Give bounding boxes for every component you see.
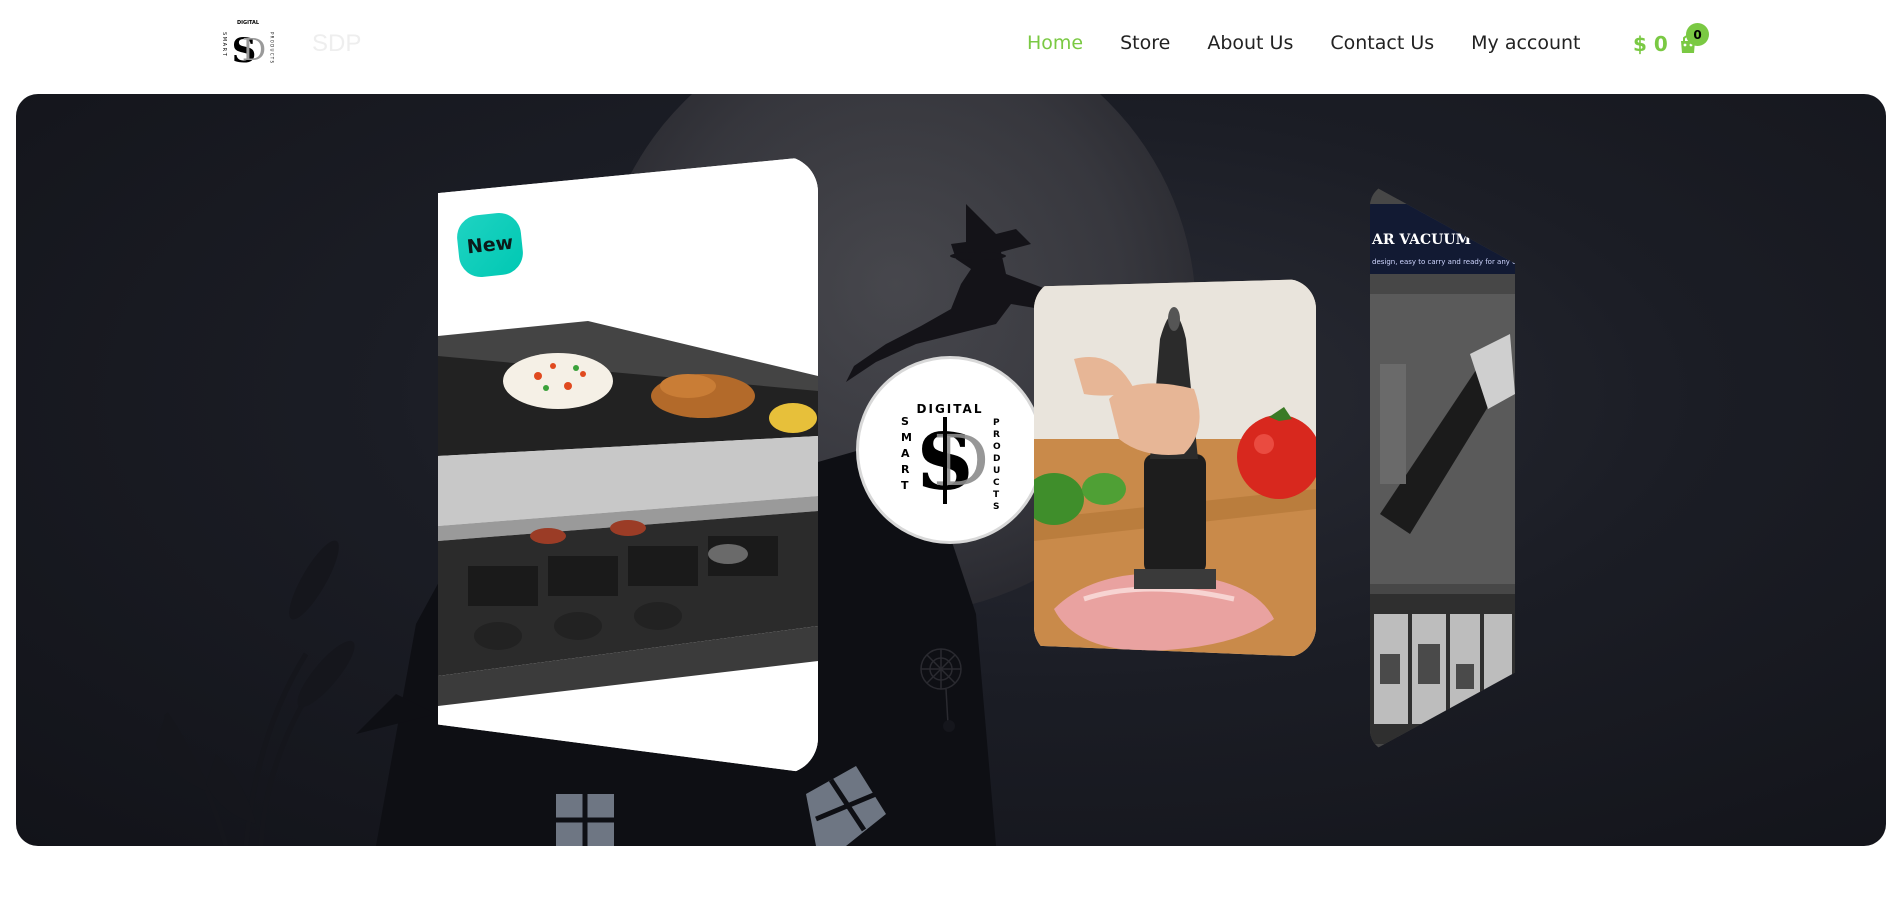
svg-text:T: T <box>993 490 1000 500</box>
svg-text:O: O <box>993 442 1001 452</box>
sdp-logo-icon: DIGITAL S D S M A R T P R O D U C T S <box>901 402 1001 512</box>
svg-text:D: D <box>242 33 266 68</box>
nav-store[interactable]: Store <box>1120 32 1170 54</box>
cart-count-badge: 0 <box>1686 23 1709 46</box>
brand-circle-logo[interactable]: DIGITAL S D S M A R T P R O D U C T S <box>856 356 1044 544</box>
svg-text:A: A <box>901 447 910 460</box>
svg-text:R: R <box>901 463 910 476</box>
svg-text:P R O D U C T S: P R O D U C T S <box>270 32 275 63</box>
product-card-raclette-grill[interactable]: New <box>438 156 818 774</box>
car-vacuum-image: AR VACUUM CLEANER design, easy to carry … <box>1370 184 1515 752</box>
product-card-car-vacuum[interactable]: AR VACUUM CLEANER design, easy to carry … <box>1370 184 1515 752</box>
brand-name[interactable]: SDP <box>312 30 361 58</box>
product-card-meat-tenderizer[interactable] <box>1034 279 1316 657</box>
svg-text:C: C <box>993 478 1000 488</box>
meat-tenderizer-image <box>1034 279 1316 657</box>
nav-contact-us[interactable]: Contact Us <box>1330 32 1434 54</box>
site-header: DIGITAL S D S M A R T P R O D U C T S SD… <box>0 0 1899 90</box>
svg-text:U: U <box>993 466 1000 476</box>
svg-text:S: S <box>993 502 999 512</box>
main-nav: Home Store About Us Contact Us My accoun… <box>1027 32 1618 54</box>
svg-text:S M A R T: S M A R T <box>221 32 227 57</box>
nav-home[interactable]: Home <box>1027 32 1083 54</box>
nav-about-us[interactable]: About Us <box>1207 32 1293 54</box>
svg-text:S: S <box>901 415 909 428</box>
hero-slider[interactable]: New DIGITAL S D S M A R T P R O D U C T … <box>16 94 1886 846</box>
svg-text:R: R <box>993 430 1000 440</box>
new-badge: New <box>454 210 526 280</box>
svg-text:T: T <box>901 479 909 492</box>
svg-text:DIGITAL: DIGITAL <box>917 402 984 416</box>
cart-total[interactable]: $ 0 <box>1633 32 1668 56</box>
svg-text:M: M <box>901 431 912 444</box>
svg-text:D: D <box>993 454 1000 464</box>
site-logo[interactable]: DIGITAL S D S M A R T P R O D U C T S <box>220 18 276 70</box>
svg-text:design, easy to carry and read: design, easy to carry and ready for any … <box>1372 258 1515 266</box>
svg-text:DIGITAL: DIGITAL <box>237 20 260 26</box>
nav-my-account[interactable]: My account <box>1471 32 1580 54</box>
svg-text:P: P <box>993 418 1000 428</box>
svg-text:D: D <box>933 420 989 502</box>
